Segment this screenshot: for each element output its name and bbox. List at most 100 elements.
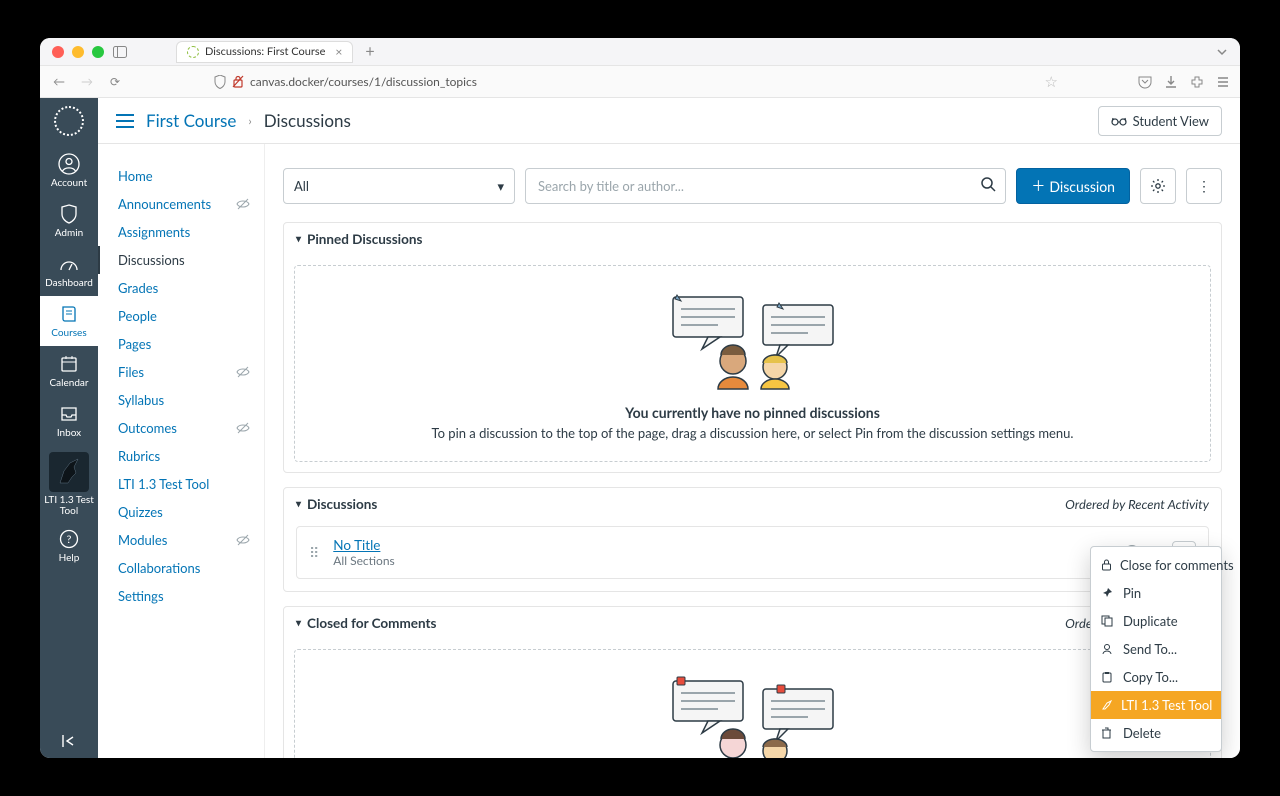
- cnav-discussions[interactable]: Discussions: [98, 246, 264, 274]
- cnav-home[interactable]: Home: [98, 162, 264, 190]
- forward-button[interactable]: →: [78, 74, 96, 89]
- gnav-calendar[interactable]: Calendar: [40, 346, 98, 396]
- window-controls: [52, 46, 104, 58]
- gnav-lti-tool[interactable]: LTI 1.3 Test Tool: [40, 446, 98, 521]
- gnav-courses[interactable]: Courses: [40, 296, 98, 346]
- search-icon: [981, 177, 996, 192]
- cnav-people[interactable]: People: [98, 302, 264, 330]
- cnav-announcements[interactable]: Announcements: [98, 190, 264, 218]
- browser-action-icons: [1138, 75, 1230, 89]
- discussions-header[interactable]: ▾ Discussions Ordered by Recent Activity: [284, 488, 1221, 520]
- filter-select[interactable]: All ▾: [283, 168, 515, 204]
- tab-title: Discussions: First Course: [205, 45, 325, 58]
- menu-label: Close for comments: [1120, 557, 1234, 573]
- breadcrumb: First Course › Discussions Student View: [98, 98, 1240, 144]
- shield-icon: [58, 203, 80, 225]
- send-icon: [1101, 643, 1115, 655]
- student-view-button[interactable]: Student View: [1098, 106, 1222, 136]
- downloads-icon[interactable]: [1164, 75, 1178, 89]
- back-button[interactable]: ←: [50, 74, 68, 89]
- trash-icon: [1101, 727, 1115, 739]
- maximize-window-icon[interactable]: [92, 46, 104, 58]
- chevron-down-icon: ▾: [497, 178, 504, 195]
- cnav-rubrics[interactable]: Rubrics: [98, 442, 264, 470]
- speedometer-icon: [58, 253, 80, 275]
- search-wrap: [525, 168, 1006, 204]
- menu-send-to[interactable]: Send To...: [1091, 635, 1221, 663]
- pinned-illustration: [315, 286, 1190, 396]
- hamburger-icon[interactable]: [116, 114, 134, 128]
- close-window-icon[interactable]: [52, 46, 64, 58]
- gnav-admin[interactable]: Admin: [40, 196, 98, 246]
- menu-copy-to[interactable]: Copy To...: [1091, 663, 1221, 691]
- drag-handle-icon[interactable]: ⠿: [309, 550, 321, 556]
- main-wrapper: First Course › Discussions Student View …: [98, 98, 1240, 758]
- pinned-empty-sub: To pin a discussion to the top of the pa…: [315, 425, 1190, 441]
- discussions-toolbar: All ▾ ＋Discussion: [283, 168, 1222, 204]
- url-box[interactable]: canvas.docker/courses/1/discussion_topic…: [214, 74, 1035, 89]
- cnav-pages[interactable]: Pages: [98, 330, 264, 358]
- copy-icon: [1101, 615, 1115, 627]
- bookmark-star-icon[interactable]: ☆: [1045, 73, 1058, 91]
- favicon-icon: [187, 46, 199, 58]
- closed-header[interactable]: ▾ Closed for Comments Ordered by Recent …: [284, 607, 1221, 639]
- menu-close-comments[interactable]: Close for comments: [1091, 551, 1221, 579]
- cnav-collaborations[interactable]: Collaborations: [98, 554, 264, 582]
- discussion-row[interactable]: ⠿ No Title All Sections: [296, 526, 1209, 579]
- gnav-label: Inbox: [55, 428, 83, 439]
- menu-pin[interactable]: Pin: [1091, 579, 1221, 607]
- settings-button[interactable]: [1140, 168, 1176, 204]
- menu-icon[interactable]: [1216, 75, 1230, 89]
- cnav-lti-tool[interactable]: LTI 1.3 Test Tool: [98, 470, 264, 498]
- reload-button[interactable]: ⟳: [106, 74, 124, 89]
- browser-tabbar: Discussions: First Course × +: [176, 41, 379, 63]
- gnav-dashboard[interactable]: Dashboard: [40, 246, 98, 296]
- sidebar-toggle-icon[interactable]: [112, 44, 128, 60]
- menu-duplicate[interactable]: Duplicate: [1091, 607, 1221, 635]
- canvas-logo-icon[interactable]: [54, 106, 84, 136]
- cnav-settings[interactable]: Settings: [98, 582, 264, 610]
- discussion-title-link[interactable]: No Title: [333, 537, 394, 553]
- new-tab-button[interactable]: +: [361, 42, 378, 61]
- closed-panel: ▾ Closed for Comments Ordered by Recent …: [283, 606, 1222, 758]
- discussions-title: Discussions: [307, 496, 377, 512]
- chevron-down-icon: ▾: [296, 498, 301, 510]
- gear-icon: [1150, 178, 1166, 194]
- pocket-icon[interactable]: [1138, 75, 1152, 89]
- more-options-button[interactable]: ⋮: [1186, 168, 1222, 204]
- breadcrumb-course-link[interactable]: First Course: [146, 110, 236, 131]
- cnav-files[interactable]: Files: [98, 358, 264, 386]
- closed-dropzone[interactable]: You currently have no discussions with c…: [294, 649, 1211, 758]
- cnav-syllabus[interactable]: Syllabus: [98, 386, 264, 414]
- cnav-grades[interactable]: Grades: [98, 274, 264, 302]
- browser-tab[interactable]: Discussions: First Course ×: [176, 41, 353, 63]
- collapse-nav-icon[interactable]: [61, 734, 77, 748]
- minimize-window-icon[interactable]: [72, 46, 84, 58]
- book-icon: [58, 303, 80, 325]
- gnav-account[interactable]: Account: [40, 146, 98, 196]
- cnav-assignments[interactable]: Assignments: [98, 218, 264, 246]
- cnav-outcomes[interactable]: Outcomes: [98, 414, 264, 442]
- gnav-label: Calendar: [47, 378, 90, 389]
- menu-lti-tool[interactable]: LTI 1.3 Test Tool: [1091, 691, 1221, 719]
- add-discussion-button[interactable]: ＋Discussion: [1016, 168, 1130, 204]
- gnav-help[interactable]: ? Help: [40, 521, 98, 571]
- url-text: canvas.docker/courses/1/discussion_topic…: [250, 74, 477, 89]
- gnav-label: Account: [49, 178, 89, 189]
- menu-delete[interactable]: Delete: [1091, 719, 1221, 747]
- tabs-overflow-icon[interactable]: [1216, 46, 1228, 58]
- add-discussion-label: Discussion: [1049, 178, 1115, 195]
- tool-icon: [1101, 699, 1113, 711]
- tab-close-icon[interactable]: ×: [335, 44, 342, 59]
- extensions-icon[interactable]: [1190, 75, 1204, 89]
- pinned-dropzone[interactable]: You currently have no pinned discussions…: [294, 265, 1211, 462]
- gnav-inbox[interactable]: Inbox: [40, 396, 98, 446]
- lock-icon: [1101, 559, 1112, 571]
- cnav-modules[interactable]: Modules: [98, 526, 264, 554]
- menu-label: LTI 1.3 Test Tool: [1121, 697, 1212, 713]
- hidden-icon: [236, 422, 250, 434]
- cnav-quizzes[interactable]: Quizzes: [98, 498, 264, 526]
- mac-titlebar: Discussions: First Course × +: [40, 38, 1240, 66]
- pinned-header[interactable]: ▾ Pinned Discussions: [284, 223, 1221, 255]
- search-input[interactable]: [525, 168, 1006, 204]
